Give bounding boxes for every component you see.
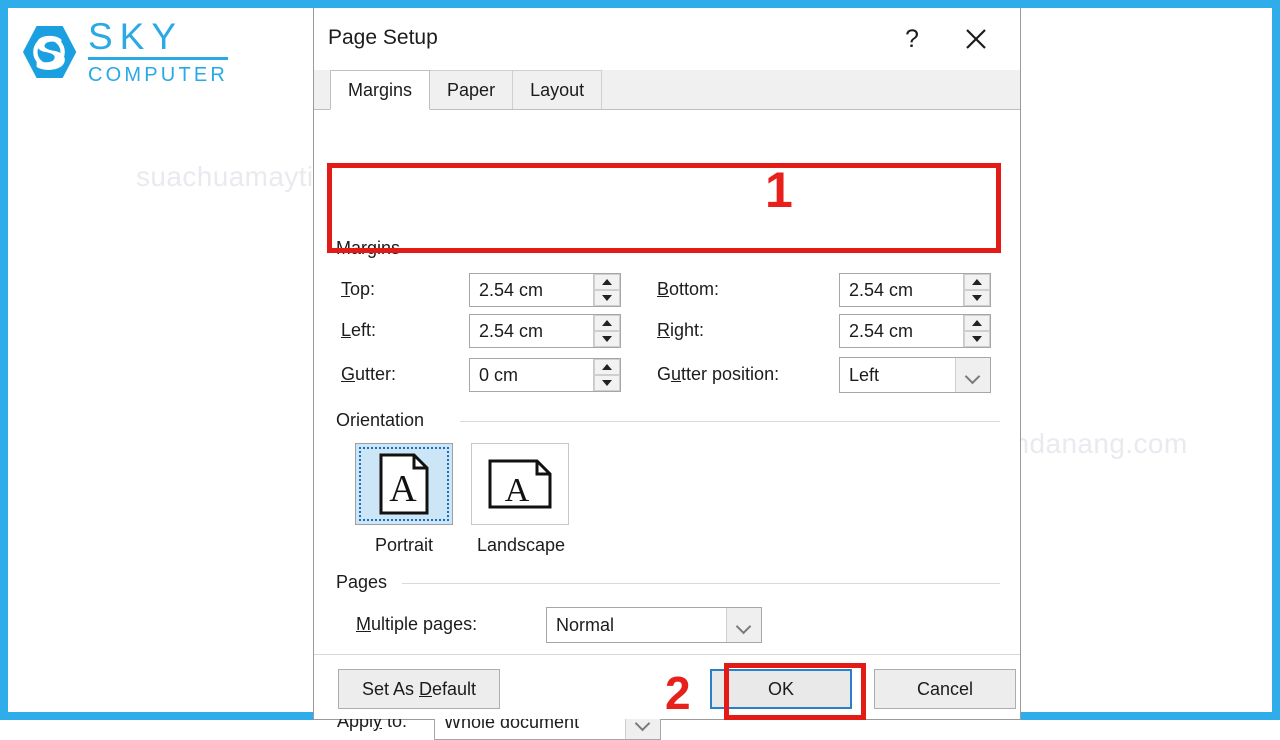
logo-wordmark: SKY COMPUTER [88, 18, 229, 86]
group-rule-pages [402, 583, 1000, 584]
select-gutter-position[interactable]: Left [839, 357, 991, 393]
triangle-up-icon [602, 279, 612, 285]
tab-paper[interactable]: Paper [429, 70, 514, 109]
input-margin-right[interactable]: 2.54 cm [839, 314, 991, 348]
help-button[interactable]: ? [890, 20, 934, 58]
spinner-up-margin-bottom[interactable] [964, 274, 990, 290]
set-as-default-button[interactable]: Set As Default [338, 669, 500, 709]
orientation-portrait-tile[interactable]: A [355, 443, 453, 525]
dialog-footer: Set As Default OK Cancel [314, 655, 1020, 719]
input-margin-top[interactable]: 2.54 cm [469, 273, 621, 307]
logo-sky-text: SKY [88, 18, 229, 60]
spinner-down-margin-left[interactable] [594, 331, 620, 347]
triangle-down-icon [602, 380, 612, 386]
sky-hexagon-logo-icon [22, 25, 77, 78]
value-margin-right: 2.54 cm [840, 315, 963, 347]
orientation-landscape-tile[interactable]: A [471, 443, 569, 525]
spinner-down-margin-bottom[interactable] [964, 290, 990, 306]
value-margin-top: 2.54 cm [470, 274, 593, 306]
value-margin-left: 2.54 cm [470, 315, 593, 347]
tab-layout[interactable]: Layout [512, 70, 603, 109]
dropdown-arrow-gutter-position[interactable] [955, 358, 990, 392]
spinner-down-margin-top[interactable] [594, 290, 620, 306]
spinner-up-margin-top[interactable] [594, 274, 620, 290]
set-as-default-label: Set As Default [361, 678, 477, 699]
dropdown-arrow-multiple-pages[interactable] [726, 608, 761, 642]
input-margin-left[interactable]: 2.54 cm [469, 314, 621, 348]
triangle-up-icon [972, 320, 982, 326]
close-button[interactable] [954, 20, 998, 58]
cancel-button[interactable]: Cancel [874, 669, 1016, 709]
spinner-margin-top[interactable] [593, 274, 620, 306]
group-title-orientation: Orientation [336, 410, 432, 431]
select-multiple-pages[interactable]: Normal [546, 607, 762, 643]
label-right: Right: [657, 320, 705, 340]
input-gutter[interactable]: 0 cm [469, 358, 621, 392]
orientation-landscape-label: Landscape [476, 535, 566, 555]
value-margin-bottom: 2.54 cm [840, 274, 963, 306]
label-left: Left: [341, 320, 377, 340]
triangle-down-icon [972, 295, 982, 301]
close-icon [966, 29, 986, 49]
triangle-up-icon [972, 279, 982, 285]
triangle-up-icon [602, 320, 612, 326]
dialog-titlebar: Page Setup ? [314, 8, 1020, 70]
value-gutter: 0 cm [470, 359, 593, 391]
svg-text:A: A [505, 472, 530, 509]
triangle-up-icon [602, 364, 612, 370]
chevron-down-icon [637, 718, 650, 726]
dialog-tabstrip: Margins Paper Layout [314, 70, 1020, 110]
dialog-body: Margins Top: 2.54 cm Bottom: 2.54 cm Lef… [314, 110, 1020, 740]
value-gutter-position: Left [849, 364, 880, 385]
page-setup-dialog: Page Setup ? Margins Paper Layout Margin… [313, 8, 1021, 740]
spinner-up-margin-right[interactable] [964, 315, 990, 331]
orientation-portrait-label: Portrait [374, 535, 434, 555]
label-gutter: Gutter: [341, 364, 397, 384]
triangle-down-icon [602, 336, 612, 342]
group-title-margins: Margins [336, 238, 408, 259]
input-margin-bottom[interactable]: 2.54 cm [839, 273, 991, 307]
label-gutter-position: Gutter position: [657, 364, 780, 384]
group-title-pages: Pages [336, 572, 395, 593]
sky-computer-logo: SKY COMPUTER [18, 18, 229, 86]
spinner-margin-right[interactable] [963, 315, 990, 347]
logo-computer-text: COMPUTER [88, 64, 229, 86]
label-multiple-pages: Multiple pages: [356, 614, 478, 634]
value-multiple-pages: Normal [556, 614, 615, 635]
tab-margins[interactable]: Margins [330, 70, 431, 110]
spinner-up-gutter[interactable] [594, 359, 620, 375]
triangle-down-icon [602, 295, 612, 301]
triangle-down-icon [972, 336, 982, 342]
screenshot-root: SKY COMPUTER suachuamaytinhdanang.com su… [0, 0, 1280, 740]
spinner-up-margin-left[interactable] [594, 315, 620, 331]
focus-ring [359, 447, 449, 521]
landscape-page-icon: A [488, 459, 552, 509]
chevron-down-icon [738, 621, 751, 629]
group-rule-margins [422, 248, 1000, 249]
spinner-down-margin-right[interactable] [964, 331, 990, 347]
dialog-title: Page Setup [328, 26, 438, 49]
spinner-margin-left[interactable] [593, 315, 620, 347]
ok-button[interactable]: OK [710, 669, 852, 709]
label-bottom: Bottom: [657, 279, 720, 299]
chevron-down-icon [967, 371, 980, 379]
spinner-margin-bottom[interactable] [963, 274, 990, 306]
group-rule-orientation [460, 421, 1000, 422]
spinner-gutter[interactable] [593, 359, 620, 391]
spinner-down-gutter[interactable] [594, 375, 620, 391]
label-top: Top: [341, 279, 376, 299]
